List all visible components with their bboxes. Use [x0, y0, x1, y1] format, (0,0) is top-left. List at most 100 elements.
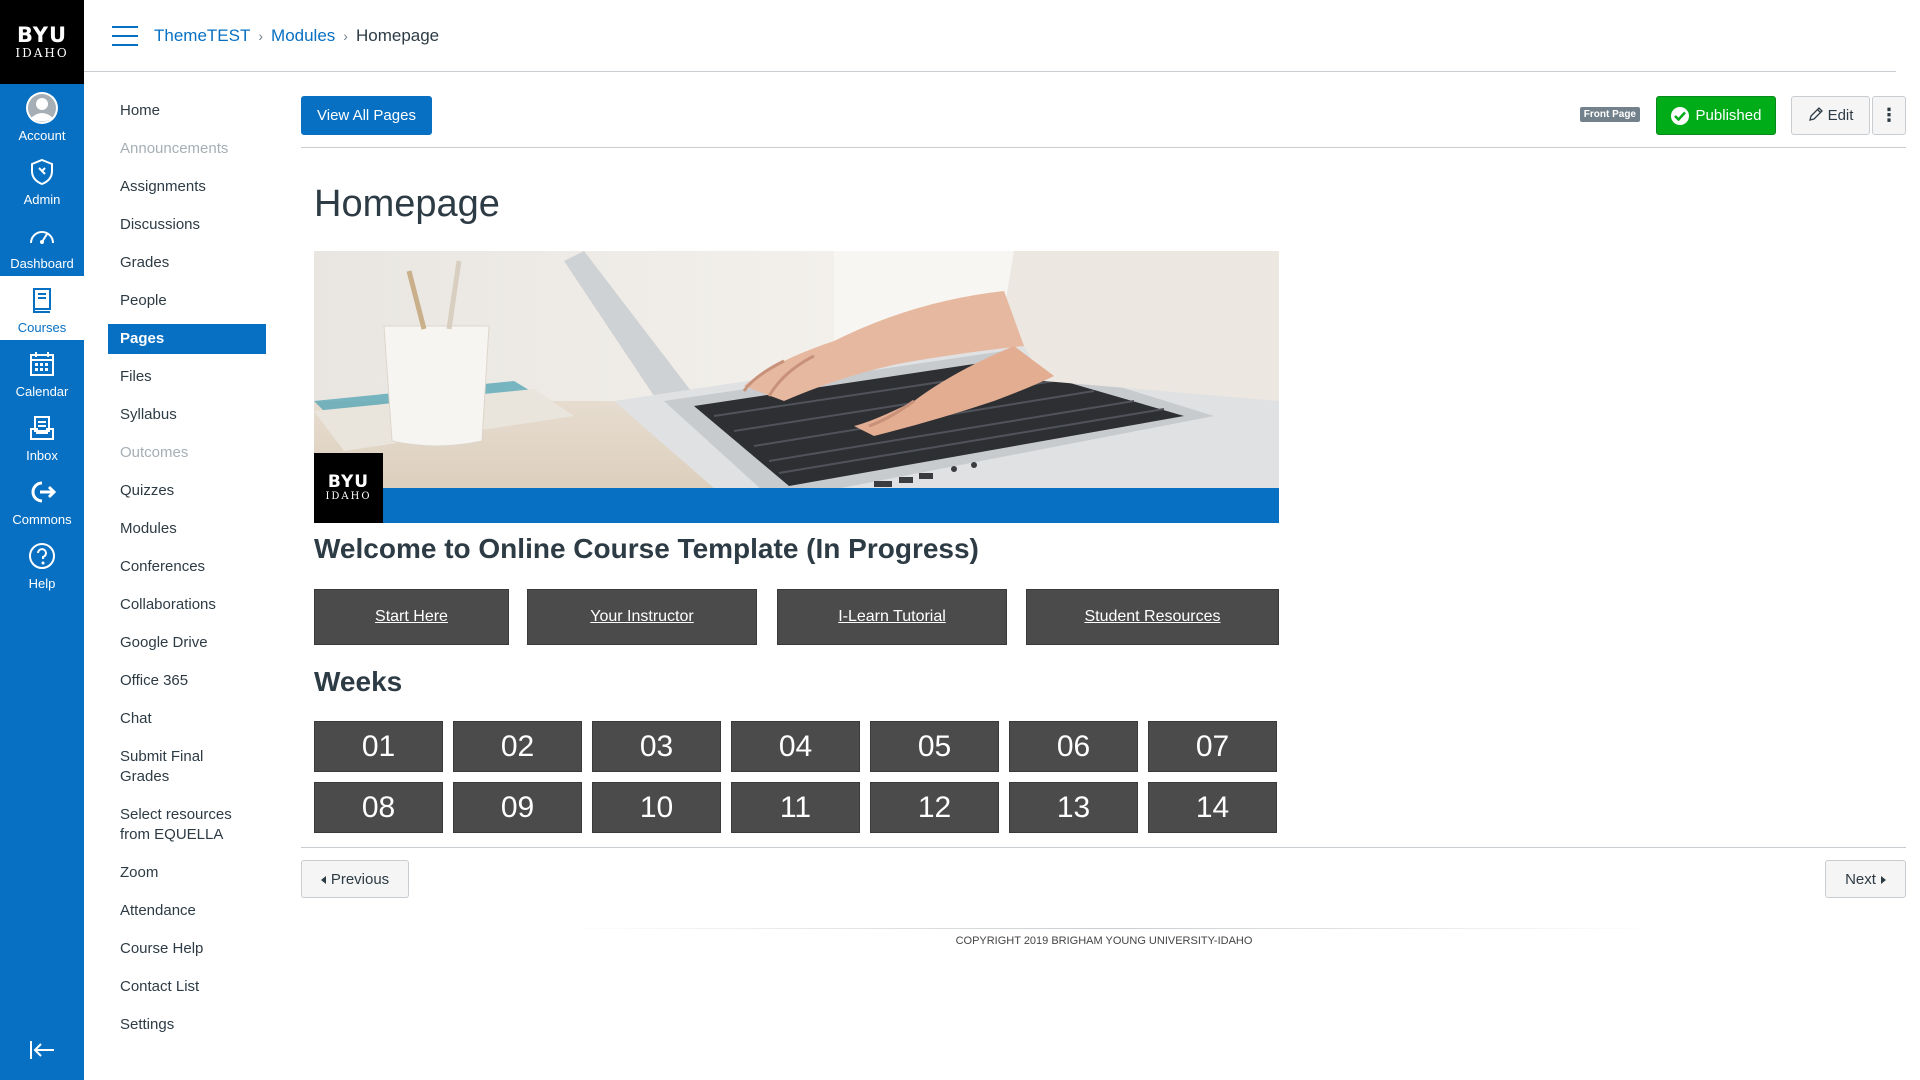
byu-idaho-logo[interactable]: BYU IDAHO	[0, 0, 84, 84]
week-08-button[interactable]: 08	[314, 782, 443, 833]
footer-divider	[301, 847, 1906, 848]
banner-logo-idaho: IDAHO	[325, 491, 372, 502]
global-nav-label: Inbox	[26, 447, 58, 463]
global-nav-label: Help	[28, 575, 56, 591]
week-05-button[interactable]: 05	[870, 721, 999, 772]
weeks-grid: 01 02 03 04 05 06 07 08 09 10 11 12 13 1…	[314, 721, 1279, 833]
week-14-button[interactable]: 14	[1148, 782, 1277, 833]
course-nav-office-365[interactable]: Office 365	[108, 666, 266, 696]
your-instructor-button[interactable]: Your Instructor	[527, 589, 757, 645]
banner-byu-idaho-logo: BYU IDAHO	[314, 453, 383, 523]
help-icon	[24, 538, 60, 574]
course-navigation: Home Announcements Assignments Discussio…	[108, 96, 266, 1048]
breadcrumb-current: Homepage	[355, 25, 440, 45]
course-nav-collaborations[interactable]: Collaborations	[108, 590, 266, 620]
course-nav-discussions[interactable]: Discussions	[108, 210, 266, 240]
course-nav-equella[interactable]: Select resources from EQUELLA	[108, 800, 266, 850]
welcome-heading: Welcome to Online Course Template (In Pr…	[314, 533, 979, 564]
front-page-badge: Front Page	[1579, 107, 1640, 122]
course-nav-assignments[interactable]: Assignments	[108, 172, 266, 202]
global-nav-label: Commons	[12, 511, 72, 527]
week-02-button[interactable]: 02	[453, 721, 582, 772]
ilearn-tutorial-button[interactable]: I-Learn Tutorial	[777, 589, 1007, 645]
week-10-button[interactable]: 10	[592, 782, 721, 833]
chevron-right-icon: ›	[258, 27, 264, 44]
more-options-button[interactable]: ⋮	[1872, 96, 1906, 135]
calendar-icon	[24, 346, 60, 382]
previous-button[interactable]: Previous	[301, 860, 409, 898]
global-nav-label: Calendar	[15, 383, 69, 399]
published-button[interactable]: Published	[1656, 96, 1776, 135]
student-resources-button[interactable]: Student Resources	[1026, 589, 1279, 645]
course-nav-announcements[interactable]: Announcements	[108, 134, 266, 164]
edit-button[interactable]: Edit	[1791, 96, 1870, 135]
published-label: Published	[1695, 107, 1762, 124]
global-nav-account[interactable]: Account	[0, 84, 84, 148]
global-nav-calendar[interactable]: Calendar	[0, 340, 84, 404]
week-11-button[interactable]: 11	[731, 782, 860, 833]
global-nav-admin[interactable]: Admin	[0, 148, 84, 212]
course-nav-quizzes[interactable]: Quizzes	[108, 476, 266, 506]
course-nav-outcomes[interactable]: Outcomes	[108, 438, 266, 468]
view-all-pages-button[interactable]: View All Pages	[301, 96, 432, 135]
course-nav-settings[interactable]: Settings	[108, 1010, 266, 1040]
page-toolbar: View All Pages Front Page Published Edit…	[301, 96, 1906, 148]
course-nav-people[interactable]: People	[108, 286, 266, 316]
course-nav-submit-final-grades[interactable]: Submit Final Grades	[108, 742, 266, 792]
next-button[interactable]: Next	[1825, 860, 1906, 898]
week-06-button[interactable]: 06	[1009, 721, 1138, 772]
course-nav-grades[interactable]: Grades	[108, 248, 266, 278]
week-12-button[interactable]: 12	[870, 782, 999, 833]
commons-icon	[24, 474, 60, 510]
course-nav-zoom[interactable]: Zoom	[108, 858, 266, 888]
global-nav-courses[interactable]: Courses	[0, 276, 84, 340]
week-04-button[interactable]: 04	[731, 721, 860, 772]
course-nav-attendance[interactable]: Attendance	[108, 896, 266, 926]
laptop-typing-illustration	[314, 251, 1279, 523]
breadcrumb-modules[interactable]: Modules	[271, 26, 335, 46]
start-here-button[interactable]: Start Here	[314, 589, 509, 645]
global-nav-commons[interactable]: Commons	[0, 468, 84, 532]
course-nav-contact-list[interactable]: Contact List	[108, 972, 266, 1002]
global-nav-label: Account	[18, 127, 66, 143]
collapse-nav-button[interactable]	[0, 1032, 84, 1072]
week-13-button[interactable]: 13	[1009, 782, 1138, 833]
global-nav-inbox[interactable]: Inbox	[0, 404, 84, 468]
hamburger-menu-icon[interactable]	[112, 25, 138, 46]
banner-blue-stripe	[314, 488, 1279, 523]
course-nav-modules[interactable]: Modules	[108, 514, 266, 544]
check-circle-icon	[1670, 106, 1689, 125]
course-nav-google-drive[interactable]: Google Drive	[108, 628, 266, 658]
courses-icon	[24, 282, 60, 318]
week-03-button[interactable]: 03	[592, 721, 721, 772]
inbox-icon	[24, 410, 60, 446]
logo-text-idaho: IDAHO	[15, 46, 69, 60]
course-nav-chat[interactable]: Chat	[108, 704, 266, 734]
page-title: Homepage	[314, 183, 500, 225]
course-banner-image: BYU IDAHO	[314, 251, 1279, 523]
global-nav-help[interactable]: Help	[0, 532, 84, 596]
course-nav-syllabus[interactable]: Syllabus	[108, 400, 266, 430]
course-nav-files[interactable]: Files	[108, 362, 266, 392]
breadcrumb-course[interactable]: ThemeTEST	[154, 26, 250, 46]
dashboard-icon	[24, 218, 60, 254]
copyright-text: COPYRIGHT 2019 BRIGHAM YOUNG UNIVERSITY-…	[955, 935, 1253, 947]
logo-text-byu: BYU	[16, 23, 68, 47]
global-nav-dashboard[interactable]: Dashboard	[0, 212, 84, 276]
course-nav-conferences[interactable]: Conferences	[108, 552, 266, 582]
global-nav-label: Courses	[17, 319, 67, 335]
caret-left-icon	[320, 871, 327, 888]
more-vertical-icon: ⋮	[1880, 105, 1898, 125]
course-nav-pages[interactable]: Pages	[108, 324, 266, 354]
copyright-divider	[560, 928, 1660, 929]
week-01-button[interactable]: 01	[314, 721, 443, 772]
course-nav-home[interactable]: Home	[108, 96, 266, 126]
week-09-button[interactable]: 09	[453, 782, 582, 833]
weeks-heading: Weeks	[314, 666, 403, 697]
global-nav-label: Dashboard	[10, 255, 74, 271]
pencil-icon	[1808, 106, 1824, 126]
global-navigation: BYU IDAHO Account Admin Dashboard Course…	[0, 0, 84, 1080]
breadcrumb: ThemeTEST › Modules › Homepage	[154, 26, 439, 46]
week-07-button[interactable]: 07	[1148, 721, 1277, 772]
caret-right-icon	[1880, 871, 1886, 888]
